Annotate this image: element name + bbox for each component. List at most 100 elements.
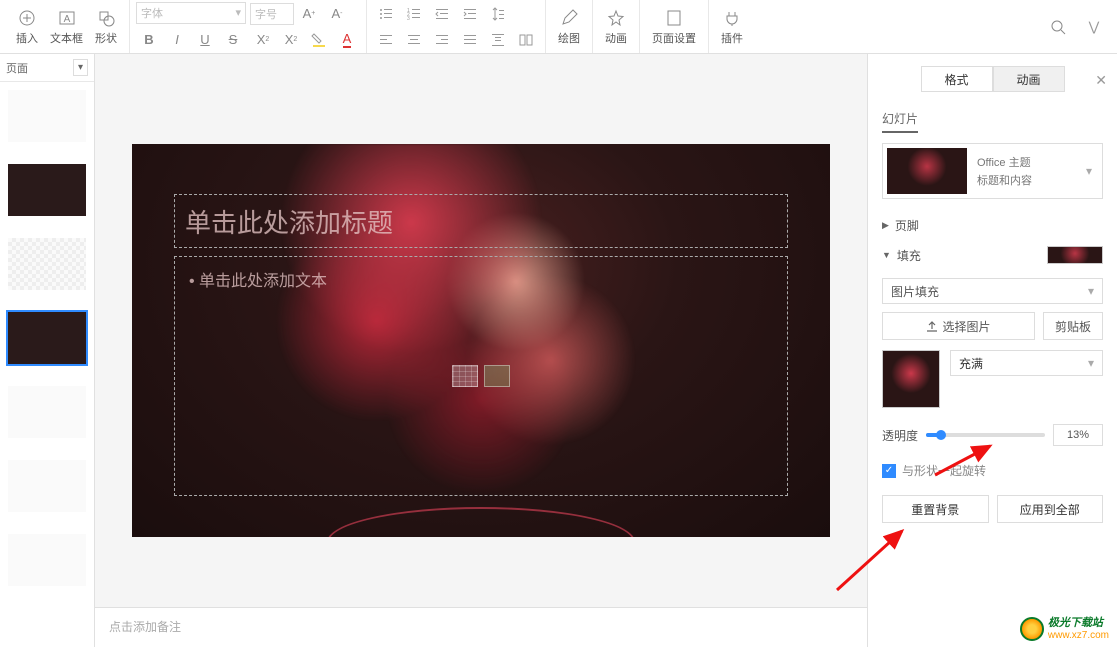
rotate-with-shape-row[interactable]: ✓ 与形状一起旋转 (882, 462, 1103, 479)
pencil-icon (559, 8, 579, 28)
fill-type-select[interactable]: 图片填充 ▾ (882, 278, 1103, 304)
chevron-down-icon: ▾ (1086, 164, 1098, 178)
font-color-button[interactable]: A (335, 28, 359, 52)
textbox-button[interactable]: A 文本框 (44, 6, 89, 48)
align-left-button[interactable] (374, 28, 398, 52)
page-icon (664, 8, 684, 28)
notes-placeholder: 点击添加备注 (109, 620, 181, 634)
align-justify-button[interactable] (458, 28, 482, 52)
shape-icon (96, 8, 116, 28)
reset-bg-label: 重置背景 (911, 501, 959, 518)
anim-group: 动画 (593, 0, 640, 53)
line-spacing-button[interactable] (486, 2, 510, 26)
theme-card[interactable]: Office 主题 标题和内容 ▾ (882, 143, 1103, 199)
slide-thumbnail[interactable] (8, 460, 86, 512)
underline-button[interactable]: U (193, 28, 217, 52)
font-group: 字体▾ B I U S 字号 A+ A- X2 X2 A (130, 0, 367, 53)
plugin-button[interactable]: 插件 (715, 6, 749, 48)
right-tabs: 格式 动画 (868, 54, 1117, 100)
chevron-down-icon: ▾ (1088, 356, 1094, 370)
font-family-select[interactable]: 字体▾ (136, 2, 246, 24)
slide-thumbnail[interactable] (8, 164, 86, 216)
triangle-down-icon: ▼ (882, 250, 891, 260)
opacity-value-text: 13% (1067, 429, 1089, 441)
choose-image-button[interactable]: 选择图片 (882, 312, 1035, 340)
bold-button[interactable]: B (137, 28, 161, 52)
content-placeholder-text: • 单击此处添加文本 (189, 273, 327, 290)
tab-animation[interactable]: 动画 (993, 66, 1065, 92)
align-right-button[interactable] (430, 28, 454, 52)
shape-label: 形状 (95, 30, 117, 46)
increase-indent-button[interactable] (458, 2, 482, 26)
slide-thumbnail[interactable] (8, 238, 86, 290)
superscript-button[interactable]: X2 (251, 28, 275, 52)
chevron-down-icon: ▾ (1088, 284, 1094, 298)
reset-background-button[interactable]: 重置背景 (882, 495, 989, 523)
clipboard-button[interactable]: 剪贴板 (1043, 312, 1103, 340)
theme-info: Office 主题 标题和内容 (977, 154, 1076, 188)
title-placeholder-text: 单击此处添加标题 (185, 203, 393, 240)
opacity-value-input[interactable]: 13% (1053, 424, 1103, 446)
title-placeholder-box[interactable]: 单击此处添加标题 (174, 194, 788, 248)
image-fill-thumbnail[interactable] (882, 350, 940, 408)
notes-area[interactable]: 点击添加备注 (95, 607, 867, 647)
fill-section-toggle[interactable]: ▼ 填充 (882, 240, 1103, 270)
opacity-slider[interactable] (926, 433, 1045, 437)
theme-thumbnail (887, 148, 967, 194)
slide-wrap: 单击此处添加标题 • 单击此处添加文本 (95, 54, 867, 607)
vertical-align-button[interactable] (486, 28, 510, 52)
highlight-color-button[interactable] (307, 28, 331, 52)
columns-button[interactable] (514, 28, 538, 52)
strikethrough-button[interactable]: S (221, 28, 245, 52)
draw-button[interactable]: 绘图 (552, 6, 586, 48)
decrease-font-button[interactable]: A- (325, 2, 349, 26)
close-panel-button[interactable]: ✕ (1095, 72, 1107, 89)
increase-font-button[interactable]: A+ (297, 2, 321, 26)
font-size-select[interactable]: 字号 (250, 3, 294, 25)
section-slide-title: 幻灯片 (882, 106, 918, 133)
search-button[interactable] (1046, 15, 1070, 39)
slide-thumbnail[interactable] (8, 534, 86, 586)
collapse-toolbar-button[interactable]: ⋁ (1082, 15, 1106, 39)
slide-canvas[interactable]: 单击此处添加标题 • 单击此处添加文本 (132, 144, 830, 537)
italic-button[interactable]: I (165, 28, 189, 52)
content-placeholder-box[interactable]: • 单击此处添加文本 (174, 256, 788, 496)
slide-thumbnail[interactable] (8, 90, 86, 142)
paragraph-group: 123 (367, 0, 546, 53)
slider-thumb[interactable] (936, 430, 946, 440)
table-icon[interactable] (452, 365, 478, 387)
svg-text:3: 3 (407, 16, 410, 21)
slide-thumbnail[interactable] (8, 386, 86, 438)
shape-button[interactable]: 形状 (89, 6, 123, 48)
plugin-group: 插件 (709, 0, 755, 53)
animation-label: 动画 (605, 30, 627, 46)
textbox-icon: A (57, 8, 77, 28)
decrease-indent-button[interactable] (430, 2, 454, 26)
rotate-checkbox[interactable]: ✓ (882, 464, 896, 478)
image-source-row: 选择图片 剪贴板 (882, 312, 1103, 340)
plus-circle-icon (17, 8, 37, 28)
fill-mode-select[interactable]: 充满 ▾ (950, 350, 1103, 376)
page-setup-label: 页面设置 (652, 30, 696, 46)
animation-button[interactable]: 动画 (599, 6, 633, 48)
tab-format[interactable]: 格式 (921, 66, 993, 92)
opacity-row: 透明度 13% (882, 424, 1103, 446)
slide-thumbnail[interactable] (8, 312, 86, 364)
subscript-button[interactable]: X2 (279, 28, 303, 52)
align-center-button[interactable] (402, 28, 426, 52)
page-setup-button[interactable]: 页面设置 (646, 6, 702, 48)
footer-label: 页脚 (895, 217, 919, 234)
plug-icon (722, 8, 742, 28)
bullet-list-button[interactable] (374, 2, 398, 26)
apply-all-button[interactable]: 应用到全部 (997, 495, 1104, 523)
page-dropdown[interactable]: ▾ (73, 59, 88, 76)
plugin-label: 插件 (721, 30, 743, 46)
insert-label: 插入 (16, 30, 38, 46)
number-list-button[interactable]: 123 (402, 2, 426, 26)
picture-icon[interactable] (484, 365, 510, 387)
fill-preview-swatch[interactable] (1047, 246, 1103, 264)
svg-text:A: A (63, 14, 70, 25)
footer-section-toggle[interactable]: ▶ 页脚 (882, 211, 1103, 240)
tab-format-label: 格式 (944, 71, 968, 88)
insert-button[interactable]: 插入 (10, 6, 44, 48)
